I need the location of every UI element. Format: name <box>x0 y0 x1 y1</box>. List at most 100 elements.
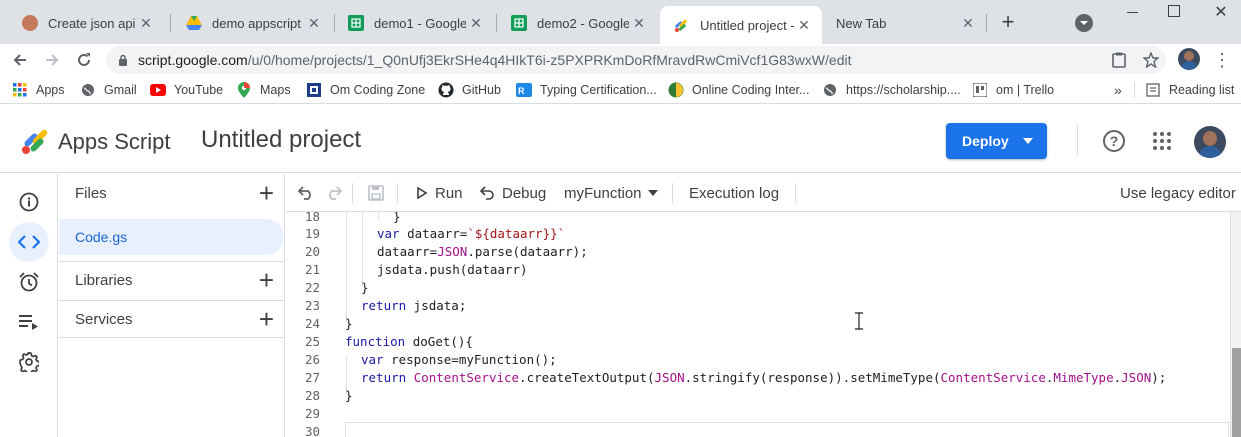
bookmark-label: Online Coding Inter... <box>692 83 810 97</box>
account-avatar[interactable] <box>1194 126 1226 158</box>
code-line: } <box>345 388 353 403</box>
editor-code-icon[interactable] <box>9 222 49 262</box>
bookmark-om-coding-zone[interactable]: Om Coding Zone <box>306 81 425 99</box>
bookmark-typing-certification[interactable]: R Typing Certification... <box>516 81 657 99</box>
forward-arrow-icon[interactable] <box>40 48 64 72</box>
debug-button[interactable]: Debug <box>480 174 546 212</box>
browser-tab[interactable]: demo1 - Google S ✕ <box>334 6 494 40</box>
close-window-icon[interactable]: ✕ <box>1212 2 1230 21</box>
address-bar[interactable]: script.google.com/u/0/home/projects/1_Q0… <box>106 46 1166 74</box>
left-navigation-rail <box>0 174 58 437</box>
close-tab-icon[interactable]: ✕ <box>466 15 486 32</box>
code-line: var dataarr=`${dataarr}}` <box>377 226 566 241</box>
triggers-alarm-icon[interactable] <box>9 262 49 302</box>
execution-log-button[interactable]: Execution log <box>689 174 779 212</box>
code-editor[interactable]: 18 19 20 21 22 23 24 25 26 27 28 29 30 }… <box>286 212 1241 437</box>
services-section[interactable]: Services + <box>59 300 284 338</box>
code-line: var response=myFunction(); <box>361 352 557 367</box>
bookmark-trello[interactable]: om | Trello <box>972 81 1054 99</box>
line-number: 19 <box>304 226 320 241</box>
save-icon[interactable] <box>368 174 384 212</box>
bookmark-label: GitHub <box>462 83 501 97</box>
editor-scrollbar[interactable] <box>1230 212 1241 437</box>
indent-guide <box>378 212 379 220</box>
om-coding-icon <box>306 82 322 98</box>
file-name: Code.gs <box>75 229 128 245</box>
overview-info-icon[interactable] <box>9 182 49 222</box>
add-file-icon[interactable]: + <box>259 180 274 206</box>
browser-menu-icon[interactable]: ⋮ <box>1210 48 1234 72</box>
reload-icon[interactable] <box>72 48 96 72</box>
tab-title: New Tab <box>836 15 887 31</box>
browser-tab[interactable]: Create json api fro ✕ <box>8 6 164 40</box>
back-arrow-icon[interactable] <box>8 48 32 72</box>
run-label: Run <box>435 184 463 202</box>
code-line: return jsdata; <box>361 298 467 313</box>
redo-icon[interactable] <box>326 174 342 212</box>
bookmark-maps[interactable]: Maps <box>236 81 291 99</box>
bookmark-label: Apps <box>36 83 65 97</box>
apps-script-brand[interactable]: Apps Script <box>58 129 171 155</box>
use-legacy-editor-button[interactable]: Use legacy editor <box>1120 174 1236 212</box>
code-line: function doGet(){ <box>345 334 473 349</box>
settings-gear-icon[interactable] <box>9 342 49 382</box>
browser-tab[interactable]: demo2 - Google S ✕ <box>497 6 657 40</box>
tab-title: demo1 - Google S <box>374 15 466 31</box>
libraries-section[interactable]: Libraries + <box>59 261 284 298</box>
clipboard-icon[interactable] <box>1107 48 1131 72</box>
line-number: 22 <box>304 280 320 295</box>
google-apps-grid-icon[interactable] <box>1153 132 1171 150</box>
bookmark-label: Typing Certification... <box>540 83 657 97</box>
add-service-icon[interactable]: + <box>259 306 274 332</box>
project-title[interactable]: Untitled project <box>201 126 361 154</box>
new-tab-button[interactable]: + <box>996 9 1020 34</box>
close-tab-icon[interactable]: ✕ <box>958 15 978 32</box>
line-number: 27 <box>304 370 320 385</box>
line-number: 30 <box>304 424 320 437</box>
debug-icon <box>480 186 494 200</box>
bookmark-apps[interactable]: Apps <box>12 81 65 99</box>
url-path: /u/0/home/projects/1_Q0nUfj3EkrSHe4q4HIk… <box>247 52 852 68</box>
browser-tab[interactable]: demo appscript - G ✕ <box>172 6 332 40</box>
bookmark-label: Maps <box>260 83 291 97</box>
apps-script-logo-icon[interactable] <box>20 125 52 155</box>
close-tab-icon[interactable]: ✕ <box>136 15 156 32</box>
code-line: jsdata.push(dataarr) <box>377 262 528 277</box>
current-line-highlight <box>345 422 1229 437</box>
bookmark-star-icon[interactable] <box>1139 48 1163 72</box>
close-tab-icon[interactable]: ✕ <box>304 15 324 32</box>
browser-tab-active[interactable]: Untitled project - P ✕ <box>660 6 822 44</box>
bookmark-gmail[interactable]: Gmail <box>80 81 137 99</box>
browser-tab[interactable]: New Tab ✕ <box>822 6 986 40</box>
typing-icon: R <box>516 82 532 98</box>
reading-list-button[interactable]: Reading list <box>1145 81 1234 99</box>
google-drive-icon <box>186 15 202 31</box>
close-tab-icon[interactable]: ✕ <box>629 15 649 32</box>
editor-toolbar: Run Debug myFunction Execution log Use l… <box>286 174 1241 212</box>
trello-icon <box>972 82 988 98</box>
undo-icon[interactable] <box>298 174 314 212</box>
deploy-button[interactable]: Deploy <box>946 123 1047 159</box>
bookmark-youtube[interactable]: YouTube <box>150 81 223 99</box>
apps-script-header: Apps Script Untitled project Deploy ? <box>0 105 1241 173</box>
help-icon[interactable]: ? <box>1103 130 1125 152</box>
run-button[interactable]: Run <box>417 174 463 212</box>
file-item-code-gs[interactable]: Code.gs <box>59 219 284 255</box>
tab-title: Untitled project - P <box>700 17 794 33</box>
minimize-window-icon[interactable] <box>1124 4 1140 20</box>
tab-search-icon[interactable] <box>1075 14 1093 32</box>
add-library-icon[interactable]: + <box>259 267 274 293</box>
maximize-window-icon[interactable] <box>1168 5 1180 17</box>
bookmark-scholarship[interactable]: https://scholarship.... <box>822 81 961 99</box>
reading-list-icon <box>1145 82 1161 98</box>
bookmark-online-coding[interactable]: Online Coding Inter... <box>668 81 809 99</box>
youtube-icon <box>150 82 166 98</box>
close-tab-icon[interactable]: ✕ <box>794 17 814 34</box>
bookmark-github[interactable]: GitHub <box>438 81 501 99</box>
scrollbar-thumb[interactable] <box>1232 348 1241 437</box>
executions-list-icon[interactable] <box>9 302 49 342</box>
more-bookmarks-chevron[interactable]: » <box>1114 81 1122 99</box>
tab-divider <box>986 14 987 32</box>
function-select[interactable]: myFunction <box>564 174 658 212</box>
profile-avatar[interactable] <box>1178 48 1200 70</box>
